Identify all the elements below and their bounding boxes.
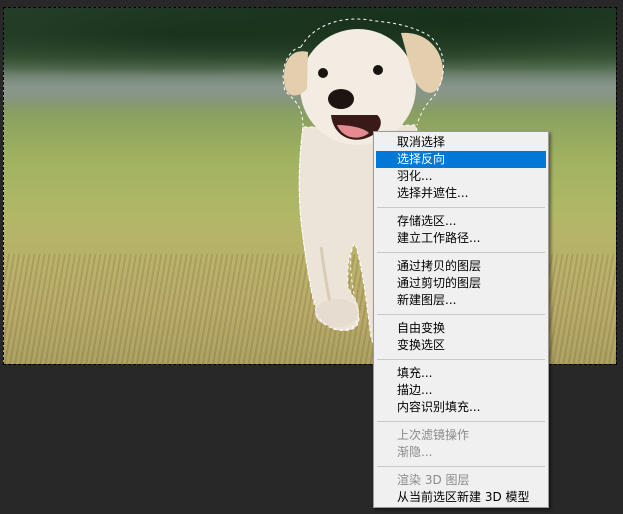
menu-item-fill[interactable]: 填充... [376, 365, 546, 382]
context-menu: 取消选择 选择反向 羽化... 选择并遮住... 存储选区... 建立工作路径.… [373, 131, 549, 508]
menu-separator [377, 359, 545, 360]
menu-separator [377, 207, 545, 208]
menu-item-save-selection[interactable]: 存储选区... [376, 213, 546, 230]
menu-item-last-filter: 上次滤镜操作 [397, 428, 470, 442]
menu-item-layer-via-cut[interactable]: 通过剪切的图层 [376, 275, 546, 292]
menu-item-deselect[interactable]: 取消选择 [376, 134, 546, 151]
menu-item-render-3d-layer: 渲染 3D 图层 [397, 473, 470, 487]
menu-item-select-inverse[interactable]: 选择反向 [376, 151, 546, 168]
menu-item-content-aware-fill[interactable]: 内容识别填充... [376, 399, 546, 416]
menu-item-layer-via-copy[interactable]: 通过拷贝的图层 [376, 258, 546, 275]
menu-item-select-and-mask[interactable]: 选择并遮住... [376, 185, 546, 202]
menu-item-make-work-path[interactable]: 建立工作路径... [376, 230, 546, 247]
document-canvas[interactable]: 取消选择 选择反向 羽化... 选择并遮住... 存储选区... 建立工作路径.… [0, 0, 623, 514]
menu-item-feather[interactable]: 羽化... [376, 168, 546, 185]
menu-separator [377, 252, 545, 253]
menu-item-free-transform[interactable]: 自由变换 [376, 320, 546, 337]
menu-item-fade: 渐隐... [397, 445, 433, 459]
menu-separator [377, 314, 545, 315]
menu-item-stroke[interactable]: 描边... [376, 382, 546, 399]
menu-item-new-layer[interactable]: 新建图层... [376, 292, 546, 309]
menu-separator [377, 466, 545, 467]
menu-item-transform-selection[interactable]: 变换选区 [376, 337, 546, 354]
menu-item-new-3d-from-selection[interactable]: 从当前选区新建 3D 模型 [376, 489, 546, 506]
menu-separator [377, 421, 545, 422]
